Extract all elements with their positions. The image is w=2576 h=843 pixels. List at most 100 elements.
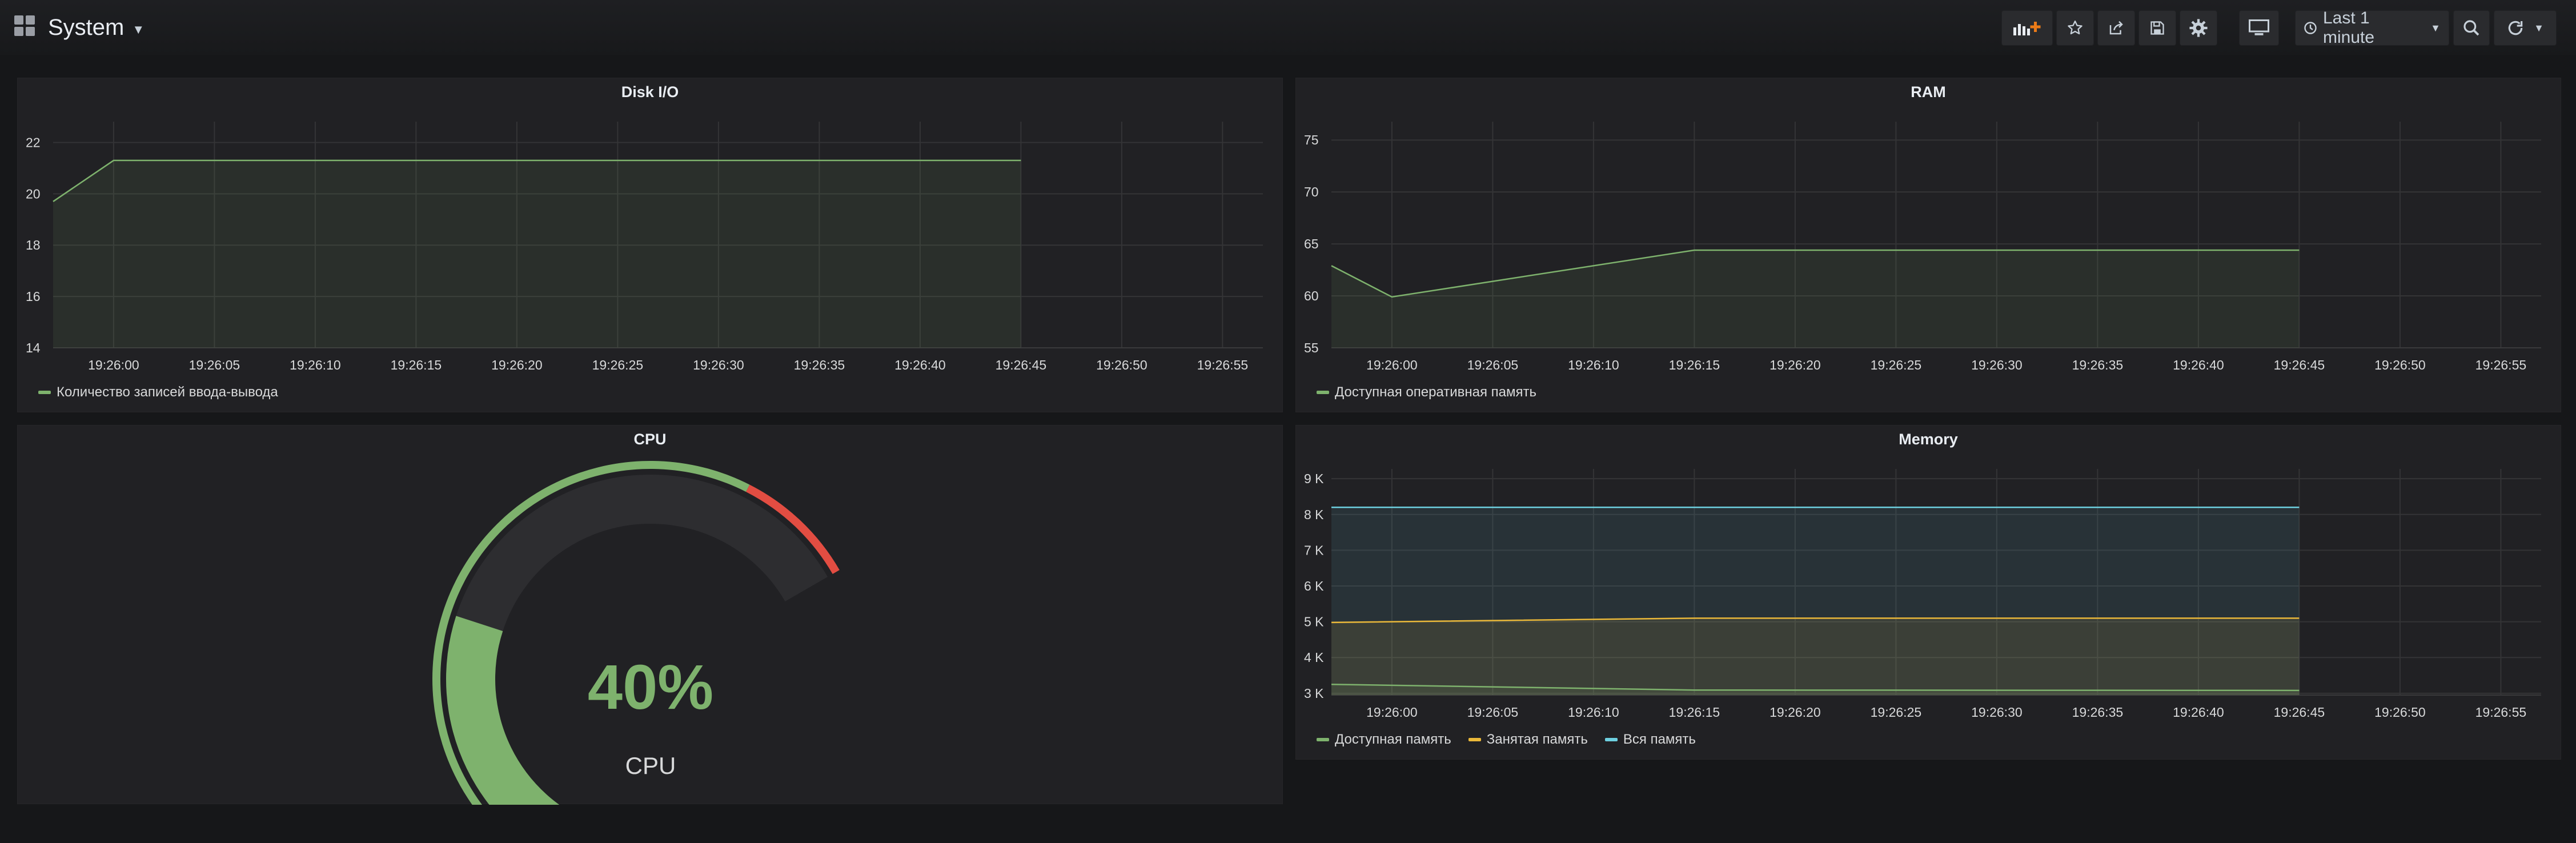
gauge-value-fill	[446, 616, 560, 805]
y-tick-label: 75	[1304, 133, 1319, 147]
add-panel-icon	[2012, 19, 2042, 37]
grid-icon	[14, 15, 37, 41]
y-tick-label: 7 K	[1304, 543, 1324, 557]
x-tick-label: 19:26:15	[1669, 358, 1720, 372]
x-tick-label: 19:26:50	[1096, 358, 1147, 372]
x-tick-label: 19:26:05	[1467, 358, 1519, 372]
legend-label: Количество записей ввода-вывода	[57, 384, 278, 400]
x-tick-label: 19:26:45	[2274, 358, 2325, 372]
panel-disk-io: Disk I/O 14 16 18 20 22 19:26:00 19:26:05 19:26…	[17, 78, 1283, 412]
legend-swatch	[1468, 738, 1481, 741]
x-tick-label: 19:26:35	[2072, 705, 2124, 720]
x-tick-label: 19:26:35	[2072, 358, 2124, 372]
legend-label: Доступная память	[1335, 732, 1451, 747]
zoom-out-button[interactable]	[2453, 10, 2490, 46]
disk-io-chart: 14 16 18 20 22 19:26:00 19:26:05 19:26:10 19:26:…	[26, 122, 1263, 372]
chevron-down-icon: ▼	[2430, 22, 2441, 34]
save-icon	[2149, 20, 2165, 36]
zoom-out-icon	[2462, 19, 2481, 37]
refresh-icon	[2506, 19, 2525, 37]
y-tick-label: 14	[26, 340, 41, 355]
gear-icon	[2189, 18, 2208, 38]
y-tick-label: 6 K	[1304, 579, 1324, 593]
memory-chart: 3 K 4 K 5 K 6 K 7 K 8 K 9 K 19:26:00 19:26:05 19:…	[1304, 469, 2541, 720]
legend-item[interactable]: Доступная память	[1317, 732, 1451, 748]
y-tick-label: 3 K	[1304, 686, 1324, 701]
x-tick-label: 19:26:05	[189, 358, 240, 372]
x-tick-label: 19:26:55	[1197, 358, 1249, 372]
share-button[interactable]	[2097, 10, 2135, 46]
chevron-down-icon: ▼	[132, 22, 145, 37]
save-button[interactable]	[2138, 10, 2176, 46]
x-tick-label: 19:26:30	[1971, 705, 2023, 720]
y-tick-label: 22	[26, 135, 41, 150]
tv-mode-button[interactable]	[2239, 10, 2279, 46]
x-tick-label: 19:26:10	[1568, 705, 1619, 720]
legend-label: Доступная оперативная память	[1335, 384, 1537, 400]
legend: Количество записей ввода-вывода	[38, 384, 278, 400]
legend-item[interactable]: Занятая память	[1468, 732, 1588, 748]
panel-ram: RAM 55 60 65 70 75 19:26:00 19:26:05 19:26:10 19…	[1295, 78, 2561, 412]
time-range-picker[interactable]: Last 1 minute ▼	[2295, 9, 2449, 47]
x-tick-label: 19:26:40	[2173, 705, 2224, 720]
legend-item[interactable]: Вся память	[1604, 732, 1696, 748]
y-tick-label: 16	[26, 289, 41, 304]
top-navbar: System ▼ Last 1 minute ▼ ▼	[0, 0, 2576, 55]
y-tick-label: 4 K	[1304, 650, 1324, 665]
y-tick-label: 8 K	[1304, 507, 1324, 522]
x-tick-label: 19:26:40	[894, 358, 946, 372]
panel-cpu: CPU 40% CPU	[17, 425, 1283, 805]
x-tick-label: 19:26:30	[1971, 358, 2023, 372]
refresh-button[interactable]: ▼	[2494, 10, 2557, 46]
legend-swatch	[1317, 391, 1329, 394]
y-tick-label: 65	[1304, 236, 1319, 251]
time-range-label: Last 1 minute	[2323, 9, 2375, 47]
x-tick-label: 19:26:20	[491, 358, 543, 372]
x-tick-label: 19:26:35	[794, 358, 845, 372]
add-panel-button[interactable]	[2001, 10, 2053, 46]
x-tick-label: 19:26:00	[1366, 358, 1418, 372]
legend: Доступная оперативная память	[1317, 384, 1536, 400]
x-tick-label: 19:26:45	[996, 358, 1047, 372]
x-tick-label: 19:26:25	[592, 358, 644, 372]
x-tick-label: 19:26:50	[2374, 358, 2426, 372]
clock-icon	[2304, 21, 2317, 35]
series-area	[53, 160, 1021, 348]
y-tick-label: 5 K	[1304, 615, 1324, 629]
x-tick-label: 19:26:10	[1568, 358, 1619, 372]
legend-swatch	[1604, 738, 1618, 741]
x-tick-label: 19:26:50	[2374, 705, 2426, 720]
x-tick-label: 19:26:05	[1467, 705, 1519, 720]
chevron-down-icon: ▼	[2534, 22, 2544, 34]
gauge-value: 40%	[588, 652, 713, 722]
panel-memory: Memory 3 K4 K5 K6 K7 K8 K9 K 19:26:00 19:2…	[1295, 425, 2561, 760]
ram-chart: 55 60 65 70 75 19:26:00 19:26:05 19:26:10 19:26:…	[1304, 122, 2541, 372]
settings-button[interactable]	[2180, 10, 2217, 46]
y-tick-label: 55	[1304, 340, 1319, 355]
star-button[interactable]	[2056, 10, 2094, 46]
x-tick-label: 19:26:25	[1871, 705, 1922, 720]
legend-item[interactable]: Доступная оперативная память	[1317, 384, 1536, 400]
legend-label: Вся память	[1623, 732, 1696, 747]
legend-swatch	[38, 391, 51, 394]
x-tick-label: 19:26:00	[88, 358, 139, 372]
legend-item[interactable]: Количество записей ввода-вывода	[38, 384, 278, 400]
x-tick-label: 19:26:25	[1871, 358, 1922, 372]
y-tick-label: 18	[26, 238, 41, 252]
x-tick-label: 19:26:30	[693, 358, 744, 372]
y-tick-label: 60	[1304, 288, 1319, 303]
dashboard-picker[interactable]: System ▼	[14, 10, 145, 45]
y-tick-label: 20	[26, 186, 41, 201]
share-icon	[2108, 19, 2125, 37]
x-tick-label: 19:26:45	[2274, 705, 2325, 720]
x-tick-label: 19:26:15	[1669, 705, 1720, 720]
x-tick-label: 19:26:00	[1366, 705, 1418, 720]
dashboard-title: System	[48, 14, 125, 40]
legend: Доступная память Занятая память Вся памя…	[1317, 732, 1696, 748]
x-tick-label: 19:26:40	[2173, 358, 2224, 372]
x-tick-label: 19:26:20	[1770, 705, 1821, 720]
cpu-gauge: 40% CPU	[432, 460, 840, 805]
legend-swatch	[1317, 738, 1329, 741]
star-icon	[2067, 19, 2084, 37]
y-tick-label: 9 K	[1304, 471, 1324, 486]
